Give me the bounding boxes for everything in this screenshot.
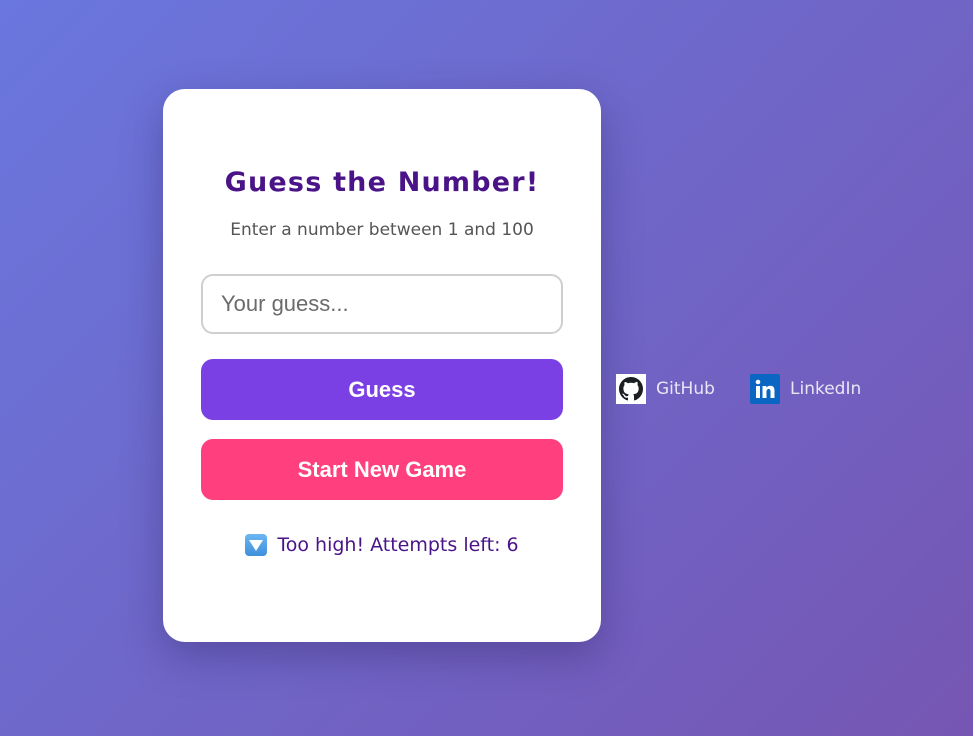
feedback-message: Too high! Attempts left: 6 xyxy=(163,534,601,556)
linkedin-link-label: LinkedIn xyxy=(790,378,862,399)
guess-input[interactable] xyxy=(201,274,563,334)
guess-button[interactable]: Guess xyxy=(201,359,563,420)
linkedin-icon xyxy=(750,373,780,404)
game-title: Guess the Number! xyxy=(224,167,540,198)
linkedin-link[interactable]: LinkedIn xyxy=(750,373,861,404)
github-link-label: GitHub xyxy=(656,378,715,399)
github-link[interactable]: GitHub xyxy=(616,373,715,404)
feedback-text: Too high! Attempts left: 6 xyxy=(277,534,519,556)
game-instructions: Enter a number between 1 and 100 xyxy=(230,220,534,240)
game-card: Guess the Number! Enter a number between… xyxy=(163,89,601,642)
down-arrow-icon xyxy=(245,534,268,556)
start-new-game-button[interactable]: Start New Game xyxy=(201,439,563,500)
github-icon xyxy=(616,373,646,404)
